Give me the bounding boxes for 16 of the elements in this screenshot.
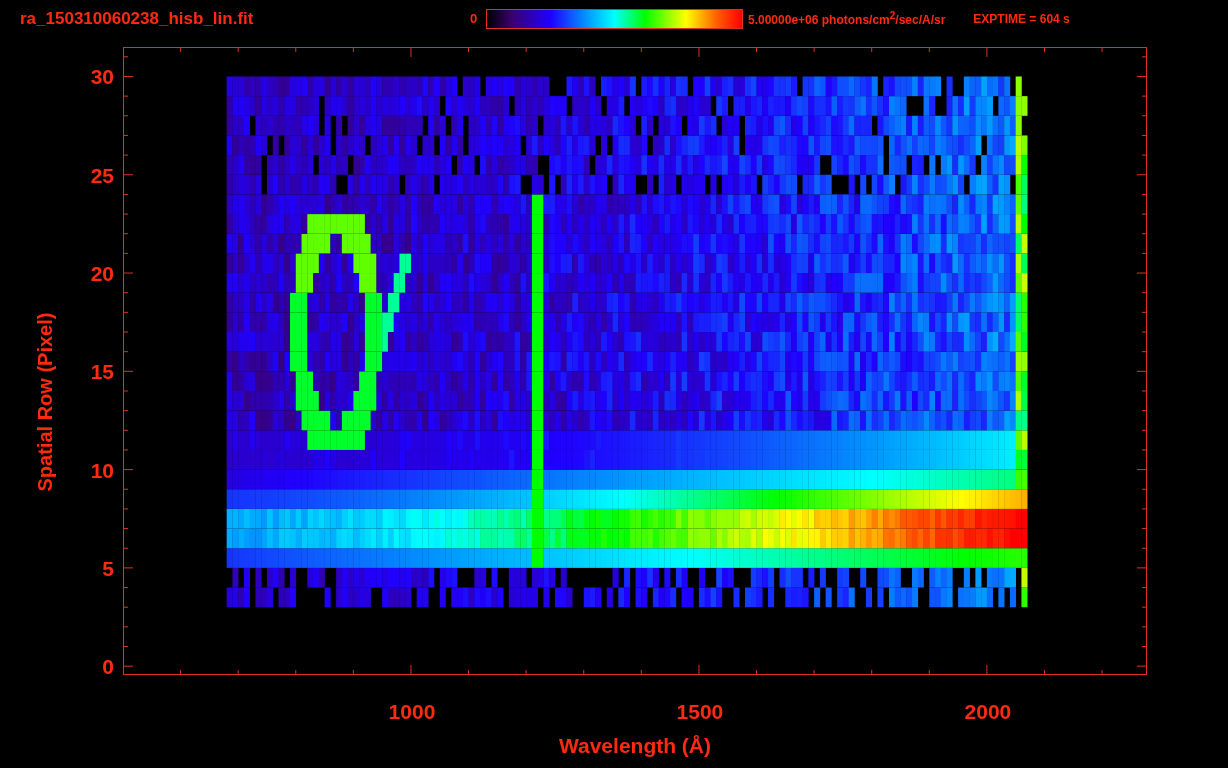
y-axis-title: Spatial Row (Pixel) (33, 312, 57, 492)
x-axis-title: Wavelength (Å) (558, 734, 712, 758)
y-tick-label: 15 (90, 359, 114, 386)
x-tick-label: 1500 (675, 699, 725, 725)
y-tick-label: 20 (90, 261, 114, 288)
y-tick-label: 5 (102, 555, 114, 582)
y-tick-label: 30 (90, 64, 114, 91)
scale-max-label: 5.00000e+06 photons/cm$^{2}$/sec/A/sr (748, 10, 946, 27)
y-tick-label: 25 (90, 162, 114, 189)
y-tick-label: 0 (102, 654, 114, 681)
x-tick-label: 1000 (387, 699, 437, 725)
x-tick-label: 2000 (963, 699, 1013, 725)
file-title: ra_150310060238_hisb_lin.fit (20, 8, 255, 29)
scale-min-label: 0 (470, 11, 479, 26)
exposure-time: EXPTIME = 604 s (973, 11, 1070, 26)
y-tick-label: 10 (90, 457, 114, 484)
